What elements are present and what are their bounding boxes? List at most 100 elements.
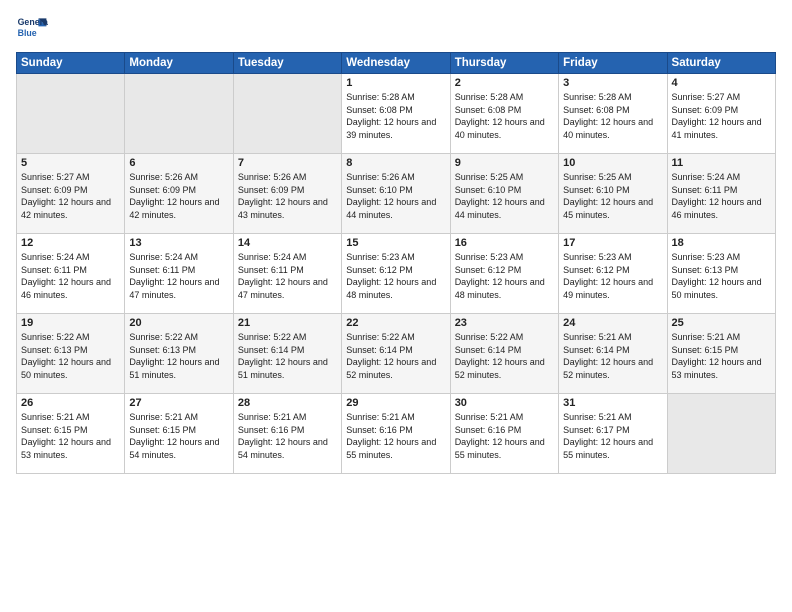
svg-text:General: General	[18, 17, 48, 27]
day-number: 29	[346, 397, 445, 409]
day-number: 21	[238, 317, 337, 329]
calendar-week-row: 26 Sunrise: 5:21 AMSunset: 6:15 PMDaylig…	[17, 394, 776, 474]
day-number: 11	[672, 157, 771, 169]
calendar-cell: 28 Sunrise: 5:21 AMSunset: 6:16 PMDaylig…	[233, 394, 341, 474]
day-info: Sunrise: 5:23 AMSunset: 6:12 PMDaylight:…	[346, 251, 445, 301]
weekday-header-thursday: Thursday	[450, 53, 558, 74]
calendar-cell: 31 Sunrise: 5:21 AMSunset: 6:17 PMDaylig…	[559, 394, 667, 474]
day-number: 31	[563, 397, 662, 409]
calendar-cell: 16 Sunrise: 5:23 AMSunset: 6:12 PMDaylig…	[450, 234, 558, 314]
day-number: 14	[238, 237, 337, 249]
calendar-cell: 14 Sunrise: 5:24 AMSunset: 6:11 PMDaylig…	[233, 234, 341, 314]
weekday-header-tuesday: Tuesday	[233, 53, 341, 74]
day-number: 22	[346, 317, 445, 329]
svg-text:Blue: Blue	[18, 28, 37, 38]
day-number: 6	[129, 157, 228, 169]
day-info: Sunrise: 5:23 AMSunset: 6:13 PMDaylight:…	[672, 251, 771, 301]
calendar-cell: 9 Sunrise: 5:25 AMSunset: 6:10 PMDayligh…	[450, 154, 558, 234]
calendar-cell: 2 Sunrise: 5:28 AMSunset: 6:08 PMDayligh…	[450, 74, 558, 154]
day-number: 13	[129, 237, 228, 249]
day-number: 18	[672, 237, 771, 249]
day-info: Sunrise: 5:22 AMSunset: 6:13 PMDaylight:…	[129, 331, 228, 381]
calendar-cell: 22 Sunrise: 5:22 AMSunset: 6:14 PMDaylig…	[342, 314, 450, 394]
day-info: Sunrise: 5:27 AMSunset: 6:09 PMDaylight:…	[672, 91, 771, 141]
day-number: 7	[238, 157, 337, 169]
day-info: Sunrise: 5:25 AMSunset: 6:10 PMDaylight:…	[563, 171, 662, 221]
weekday-header-saturday: Saturday	[667, 53, 775, 74]
day-number: 15	[346, 237, 445, 249]
calendar-cell: 27 Sunrise: 5:21 AMSunset: 6:15 PMDaylig…	[125, 394, 233, 474]
day-info: Sunrise: 5:22 AMSunset: 6:14 PMDaylight:…	[346, 331, 445, 381]
calendar-cell: 13 Sunrise: 5:24 AMSunset: 6:11 PMDaylig…	[125, 234, 233, 314]
day-info: Sunrise: 5:27 AMSunset: 6:09 PMDaylight:…	[21, 171, 120, 221]
day-number: 17	[563, 237, 662, 249]
day-info: Sunrise: 5:28 AMSunset: 6:08 PMDaylight:…	[455, 91, 554, 141]
day-info: Sunrise: 5:25 AMSunset: 6:10 PMDaylight:…	[455, 171, 554, 221]
day-number: 9	[455, 157, 554, 169]
day-info: Sunrise: 5:24 AMSunset: 6:11 PMDaylight:…	[238, 251, 337, 301]
day-info: Sunrise: 5:21 AMSunset: 6:15 PMDaylight:…	[21, 411, 120, 461]
calendar-cell: 10 Sunrise: 5:25 AMSunset: 6:10 PMDaylig…	[559, 154, 667, 234]
calendar-cell: 26 Sunrise: 5:21 AMSunset: 6:15 PMDaylig…	[17, 394, 125, 474]
day-info: Sunrise: 5:21 AMSunset: 6:16 PMDaylight:…	[455, 411, 554, 461]
weekday-header-friday: Friday	[559, 53, 667, 74]
day-number: 30	[455, 397, 554, 409]
day-number: 5	[21, 157, 120, 169]
day-info: Sunrise: 5:22 AMSunset: 6:14 PMDaylight:…	[455, 331, 554, 381]
day-number: 24	[563, 317, 662, 329]
day-number: 23	[455, 317, 554, 329]
calendar-cell: 12 Sunrise: 5:24 AMSunset: 6:11 PMDaylig…	[17, 234, 125, 314]
calendar-cell: 11 Sunrise: 5:24 AMSunset: 6:11 PMDaylig…	[667, 154, 775, 234]
weekday-header-wednesday: Wednesday	[342, 53, 450, 74]
calendar-cell	[667, 394, 775, 474]
calendar-cell: 29 Sunrise: 5:21 AMSunset: 6:16 PMDaylig…	[342, 394, 450, 474]
calendar-cell: 24 Sunrise: 5:21 AMSunset: 6:14 PMDaylig…	[559, 314, 667, 394]
day-info: Sunrise: 5:22 AMSunset: 6:13 PMDaylight:…	[21, 331, 120, 381]
logo-icon: General Blue	[16, 12, 48, 44]
day-number: 1	[346, 77, 445, 89]
day-info: Sunrise: 5:21 AMSunset: 6:15 PMDaylight:…	[129, 411, 228, 461]
calendar-week-row: 12 Sunrise: 5:24 AMSunset: 6:11 PMDaylig…	[17, 234, 776, 314]
weekday-header-monday: Monday	[125, 53, 233, 74]
calendar-cell	[125, 74, 233, 154]
calendar-cell: 5 Sunrise: 5:27 AMSunset: 6:09 PMDayligh…	[17, 154, 125, 234]
weekday-header-sunday: Sunday	[17, 53, 125, 74]
day-info: Sunrise: 5:28 AMSunset: 6:08 PMDaylight:…	[346, 91, 445, 141]
calendar-cell: 6 Sunrise: 5:26 AMSunset: 6:09 PMDayligh…	[125, 154, 233, 234]
calendar-cell: 19 Sunrise: 5:22 AMSunset: 6:13 PMDaylig…	[17, 314, 125, 394]
day-info: Sunrise: 5:21 AMSunset: 6:14 PMDaylight:…	[563, 331, 662, 381]
day-number: 25	[672, 317, 771, 329]
day-number: 27	[129, 397, 228, 409]
page-header: General Blue	[16, 12, 776, 44]
calendar-page: General Blue SundayMondayTuesdayWednesda…	[0, 0, 792, 612]
day-info: Sunrise: 5:23 AMSunset: 6:12 PMDaylight:…	[563, 251, 662, 301]
day-info: Sunrise: 5:26 AMSunset: 6:10 PMDaylight:…	[346, 171, 445, 221]
calendar-cell: 23 Sunrise: 5:22 AMSunset: 6:14 PMDaylig…	[450, 314, 558, 394]
calendar-cell: 18 Sunrise: 5:23 AMSunset: 6:13 PMDaylig…	[667, 234, 775, 314]
day-info: Sunrise: 5:23 AMSunset: 6:12 PMDaylight:…	[455, 251, 554, 301]
day-info: Sunrise: 5:21 AMSunset: 6:16 PMDaylight:…	[346, 411, 445, 461]
calendar-cell: 7 Sunrise: 5:26 AMSunset: 6:09 PMDayligh…	[233, 154, 341, 234]
day-info: Sunrise: 5:24 AMSunset: 6:11 PMDaylight:…	[672, 171, 771, 221]
day-number: 16	[455, 237, 554, 249]
calendar-cell: 3 Sunrise: 5:28 AMSunset: 6:08 PMDayligh…	[559, 74, 667, 154]
day-info: Sunrise: 5:22 AMSunset: 6:14 PMDaylight:…	[238, 331, 337, 381]
calendar-cell: 30 Sunrise: 5:21 AMSunset: 6:16 PMDaylig…	[450, 394, 558, 474]
calendar-cell: 15 Sunrise: 5:23 AMSunset: 6:12 PMDaylig…	[342, 234, 450, 314]
calendar-week-row: 1 Sunrise: 5:28 AMSunset: 6:08 PMDayligh…	[17, 74, 776, 154]
logo: General Blue	[16, 12, 48, 44]
calendar-cell: 1 Sunrise: 5:28 AMSunset: 6:08 PMDayligh…	[342, 74, 450, 154]
day-info: Sunrise: 5:24 AMSunset: 6:11 PMDaylight:…	[129, 251, 228, 301]
calendar-cell: 20 Sunrise: 5:22 AMSunset: 6:13 PMDaylig…	[125, 314, 233, 394]
day-number: 12	[21, 237, 120, 249]
day-number: 8	[346, 157, 445, 169]
calendar-table: SundayMondayTuesdayWednesdayThursdayFrid…	[16, 52, 776, 474]
calendar-cell: 8 Sunrise: 5:26 AMSunset: 6:10 PMDayligh…	[342, 154, 450, 234]
day-info: Sunrise: 5:28 AMSunset: 6:08 PMDaylight:…	[563, 91, 662, 141]
day-number: 26	[21, 397, 120, 409]
calendar-cell: 21 Sunrise: 5:22 AMSunset: 6:14 PMDaylig…	[233, 314, 341, 394]
day-number: 10	[563, 157, 662, 169]
day-number: 19	[21, 317, 120, 329]
calendar-cell	[17, 74, 125, 154]
day-info: Sunrise: 5:21 AMSunset: 6:16 PMDaylight:…	[238, 411, 337, 461]
